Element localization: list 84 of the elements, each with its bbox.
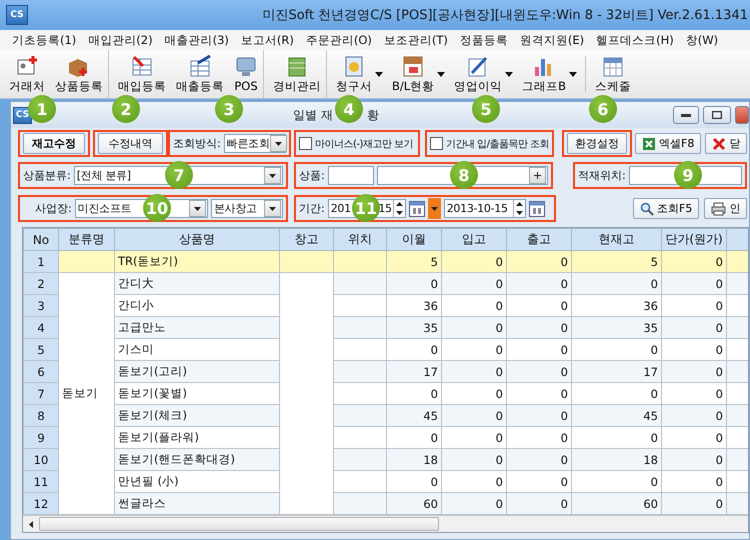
table-cell: 45 [386,404,442,426]
table-cell: 0 [572,470,662,492]
field-label: 조회방식: [173,136,221,151]
table-cell: 0 [386,382,442,404]
window-title: 미진Soft 천년경영C/S [POS][공사현장][내윈도우:Win 8 - 32비트] Ver.2.61.1341 [262,7,749,24]
table-cell: 0 [386,426,442,448]
field-label: 적재위치: [578,168,626,183]
field-label: 상품: [299,168,325,183]
table-cell: 0 [442,250,506,272]
table-cell: 0 [506,272,572,294]
table-cell: 0 [506,492,572,514]
table-cell: 0 [662,404,726,426]
table-cell: 0 [442,382,506,404]
table-cell: 0 [506,338,572,360]
table-cell: 0 [506,316,572,338]
table-cell: 0 [662,382,726,404]
table-cell: 35 [386,316,442,338]
row-number: 7 [24,382,58,404]
table-cell: 36 [572,294,662,316]
table-cell: 0 [662,316,726,338]
row-number: 2 [24,272,58,294]
table-cell: 36 [386,294,442,316]
table-cell: 0 [506,404,572,426]
table-cell: 0 [572,382,662,404]
table-cell: 45 [572,404,662,426]
window-title: 일별 재 [293,106,333,124]
table-cell: 0 [506,250,572,272]
table-cell: 0 [442,294,506,316]
row-number: 6 [24,360,58,382]
table-cell: 0 [506,382,572,404]
window-logo: CS [13,106,32,124]
row-number: 9 [24,426,58,448]
table-cell: 돋보기 [58,272,114,514]
field-label: 기간: [299,201,325,216]
table-cell: 60 [572,492,662,514]
table-cell: 0 [662,426,726,448]
table-cell: 0 [662,470,726,492]
field-label: 상품분류: [23,168,71,183]
table-cell: 17 [572,360,662,382]
table-cell: 0 [506,294,572,316]
table-cell: 0 [662,294,726,316]
table-cell: 0 [662,492,726,514]
window-title: 황 [366,106,379,124]
table-cell: 0 [442,448,506,470]
table-cell: 18 [386,448,442,470]
table-cell: 0 [442,404,506,426]
table-cell: 5 [386,250,442,272]
table-cell: 0 [662,250,726,272]
table-cell: 18 [572,448,662,470]
table-cell: 60 [386,492,442,514]
row-number: 3 [24,294,58,316]
table-cell: 0 [662,338,726,360]
row-number: 11 [24,470,58,492]
table-cell: 0 [442,492,506,514]
table-cell: 0 [572,426,662,448]
table-cell: 0 [386,272,442,294]
table-cell: 0 [506,448,572,470]
app-logo: CS [6,5,28,25]
table-cell: 0 [572,272,662,294]
table-cell: 35 [572,316,662,338]
table-cell: 0 [506,360,572,382]
table-cell: 0 [662,272,726,294]
table-cell: 0 [386,470,442,492]
table-cell: 0 [506,426,572,448]
table-cell: 0 [506,470,572,492]
row-number: 5 [24,338,58,360]
row-number: 8 [24,404,58,426]
table-cell: 0 [662,448,726,470]
table-cell: 17 [386,360,442,382]
row-number: 12 [24,492,58,514]
table-cell: 0 [442,426,506,448]
table-cell: 5 [572,250,662,272]
table-cell: 0 [442,272,506,294]
table-cell: 0 [662,360,726,382]
table-cell: 0 [442,360,506,382]
row-number: 1 [24,250,58,272]
table-cell: 0 [442,338,506,360]
table-cell: 0 [386,338,442,360]
table-cell: 0 [442,470,506,492]
row-number: 4 [24,316,58,338]
table-cell: 0 [572,338,662,360]
table-cell: 0 [442,316,506,338]
row-number: 10 [24,448,58,470]
field-label: 사업장: [34,201,72,216]
